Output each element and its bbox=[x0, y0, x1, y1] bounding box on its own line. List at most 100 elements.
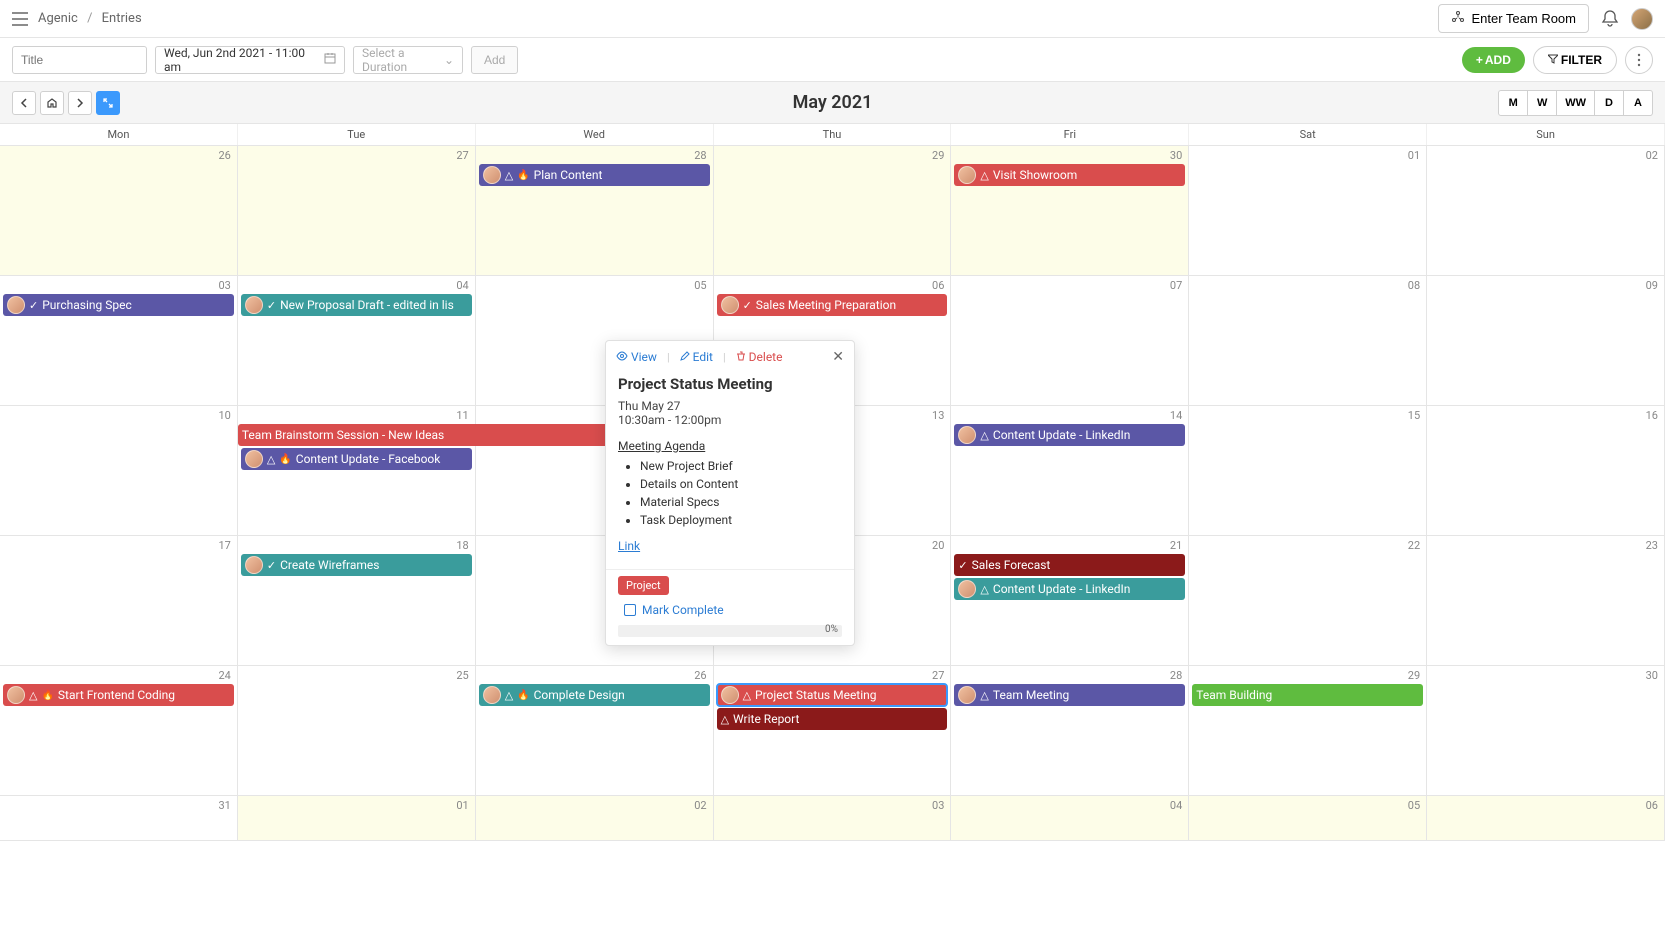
calendar-cell[interactable]: 30△Visit Showroom bbox=[951, 146, 1189, 276]
calendar-cell[interactable]: 04✓New Proposal Draft - edited in lis bbox=[238, 276, 476, 406]
calendar-cell[interactable]: 27 bbox=[238, 146, 476, 276]
calendar-event[interactable]: △Team Meeting bbox=[954, 684, 1185, 706]
eye-icon bbox=[616, 350, 628, 364]
view-mode-ww[interactable]: WW bbox=[1556, 90, 1595, 116]
prev-button[interactable] bbox=[12, 91, 36, 115]
view-mode-a[interactable]: A bbox=[1623, 90, 1653, 116]
calendar-cell[interactable]: 03✓Purchasing Spec bbox=[0, 276, 238, 406]
date-number: 18 bbox=[456, 539, 468, 552]
calendar-cell[interactable]: 30 bbox=[1427, 666, 1665, 796]
calendar-event[interactable]: △Content Update - LinkedIn bbox=[954, 578, 1185, 600]
calendar-cell[interactable]: 04 bbox=[951, 796, 1189, 841]
calendar-event[interactable]: △Content Update - LinkedIn bbox=[954, 424, 1185, 446]
day-header: Wed bbox=[476, 124, 714, 145]
delete-button[interactable]: Delete bbox=[726, 350, 793, 364]
close-icon[interactable]: ✕ bbox=[832, 349, 844, 365]
calendar-cell[interactable]: 27△Project Status Meeting△Write Report bbox=[714, 666, 952, 796]
calendar-event[interactable]: ✓Purchasing Spec bbox=[3, 294, 234, 316]
breadcrumb-page[interactable]: Entries bbox=[102, 11, 142, 26]
calendar-cell[interactable]: 31 bbox=[0, 796, 238, 841]
calendar-cell[interactable]: 02 bbox=[476, 796, 714, 841]
add-entry-button[interactable]: Add bbox=[471, 46, 518, 74]
calendar-cell[interactable]: 06 bbox=[1427, 796, 1665, 841]
calendar-event[interactable]: △🔥Plan Content bbox=[479, 164, 710, 186]
edit-button[interactable]: Edit bbox=[670, 350, 723, 364]
calendar-cell[interactable]: 29 Team Building bbox=[1189, 666, 1427, 796]
avatar bbox=[7, 686, 25, 704]
fire-icon: 🔥 bbox=[517, 690, 529, 701]
calendar-cell[interactable]: 22 bbox=[1189, 536, 1427, 666]
project-tag[interactable]: Project bbox=[618, 576, 669, 595]
calendar-cell[interactable]: 02 bbox=[1427, 146, 1665, 276]
calendar-cell[interactable]: 09 bbox=[1427, 276, 1665, 406]
next-button[interactable] bbox=[68, 91, 92, 115]
expand-button[interactable] bbox=[96, 91, 120, 115]
calendar-cell[interactable]: 28△🔥Plan Content bbox=[476, 146, 714, 276]
calendar-cell[interactable]: 05 bbox=[1189, 796, 1427, 841]
link-button[interactable]: Link bbox=[606, 529, 652, 563]
mark-complete-checkbox[interactable]: Mark Complete bbox=[606, 595, 854, 625]
today-button[interactable] bbox=[40, 91, 64, 115]
avatar bbox=[7, 296, 25, 314]
calendar-cell[interactable]: 26 bbox=[0, 146, 238, 276]
notifications-icon[interactable] bbox=[1599, 8, 1621, 30]
enter-team-room-button[interactable]: Enter Team Room bbox=[1438, 4, 1589, 33]
calendar-cell[interactable]: 21✓Sales Forecast△Content Update - Linke… bbox=[951, 536, 1189, 666]
calendar-cell[interactable]: 26△🔥Complete Design bbox=[476, 666, 714, 796]
calendar-cell[interactable]: 01 bbox=[1189, 146, 1427, 276]
calendar-event[interactable]: △🔥Content Update - Facebook bbox=[241, 448, 472, 470]
calendar-event[interactable]: Team Building bbox=[1192, 684, 1423, 706]
calendar-cell[interactable]: 11Team Brainstorm Session - New Ideas△🔥C… bbox=[238, 406, 476, 536]
view-mode-m[interactable]: M bbox=[1498, 90, 1528, 116]
avatar bbox=[483, 686, 501, 704]
calendar-cell[interactable]: 03 bbox=[714, 796, 952, 841]
calendar-cell[interactable]: 24△🔥Start Frontend Coding bbox=[0, 666, 238, 796]
calendar-event[interactable]: ✓New Proposal Draft - edited in lis bbox=[241, 294, 472, 316]
date-number: 01 bbox=[456, 799, 468, 812]
date-number: 30 bbox=[1646, 669, 1658, 682]
calendar-cell[interactable]: 01 bbox=[238, 796, 476, 841]
calendar-event[interactable]: ✓Sales Meeting Preparation bbox=[717, 294, 948, 316]
calendar-cell[interactable]: 16 bbox=[1427, 406, 1665, 536]
calendar-cell[interactable]: 08 bbox=[1189, 276, 1427, 406]
event-title: Team Brainstorm Session - New Ideas bbox=[242, 428, 444, 442]
calendar-event[interactable]: ✓Sales Forecast bbox=[954, 554, 1185, 576]
calendar-event[interactable]: △Write Report bbox=[717, 708, 948, 730]
user-avatar[interactable] bbox=[1631, 8, 1653, 30]
calendar-cell[interactable]: 23 bbox=[1427, 536, 1665, 666]
add-button[interactable]: +ADD bbox=[1462, 47, 1525, 73]
view-button[interactable]: View bbox=[616, 350, 667, 364]
calendar-cell[interactable]: 17 bbox=[0, 536, 238, 666]
calendar-cell[interactable]: 25 bbox=[238, 666, 476, 796]
event-title: Team Meeting bbox=[993, 688, 1069, 702]
date-number: 29 bbox=[1408, 669, 1420, 682]
calendar-cell[interactable]: 07 bbox=[951, 276, 1189, 406]
menu-icon[interactable] bbox=[12, 12, 28, 26]
event-title: Plan Content bbox=[534, 168, 603, 182]
date-number: 25 bbox=[456, 669, 468, 682]
calendar-event[interactable]: △Project Status Meeting bbox=[717, 684, 948, 706]
top-bar: Agenic / Entries Enter Team Room bbox=[0, 0, 1665, 38]
breadcrumb-root[interactable]: Agenic bbox=[38, 11, 78, 26]
event-title: Visit Showroom bbox=[993, 168, 1077, 182]
calendar-event[interactable]: △🔥Complete Design bbox=[479, 684, 710, 706]
duration-select[interactable]: Select a Duration ⌄ bbox=[353, 46, 463, 74]
calendar-cell[interactable]: 10 bbox=[0, 406, 238, 536]
calendar-event[interactable]: △🔥Start Frontend Coding bbox=[3, 684, 234, 706]
calendar-cell[interactable]: 18 ✓Create Wireframes bbox=[238, 536, 476, 666]
title-input[interactable] bbox=[12, 46, 147, 74]
day-headers-row: MonTueWedThuFriSatSun bbox=[0, 124, 1665, 146]
view-mode-w[interactable]: W bbox=[1527, 90, 1557, 116]
date-picker[interactable]: Wed, Jun 2nd 2021 - 11:00 am bbox=[155, 46, 345, 74]
warning-icon: △ bbox=[743, 689, 751, 702]
view-mode-d[interactable]: D bbox=[1594, 90, 1624, 116]
filter-button[interactable]: FILTER bbox=[1533, 46, 1617, 74]
calendar-cell[interactable]: 29 bbox=[714, 146, 952, 276]
calendar-cell[interactable]: 14△Content Update - LinkedIn bbox=[951, 406, 1189, 536]
more-options-button[interactable] bbox=[1625, 46, 1653, 74]
calendar-event[interactable]: ✓Create Wireframes bbox=[241, 554, 472, 576]
calendar-cell[interactable]: 28△Team Meeting bbox=[951, 666, 1189, 796]
calendar-event[interactable]: △Visit Showroom bbox=[954, 164, 1185, 186]
team-icon bbox=[1451, 10, 1465, 27]
calendar-cell[interactable]: 15 bbox=[1189, 406, 1427, 536]
